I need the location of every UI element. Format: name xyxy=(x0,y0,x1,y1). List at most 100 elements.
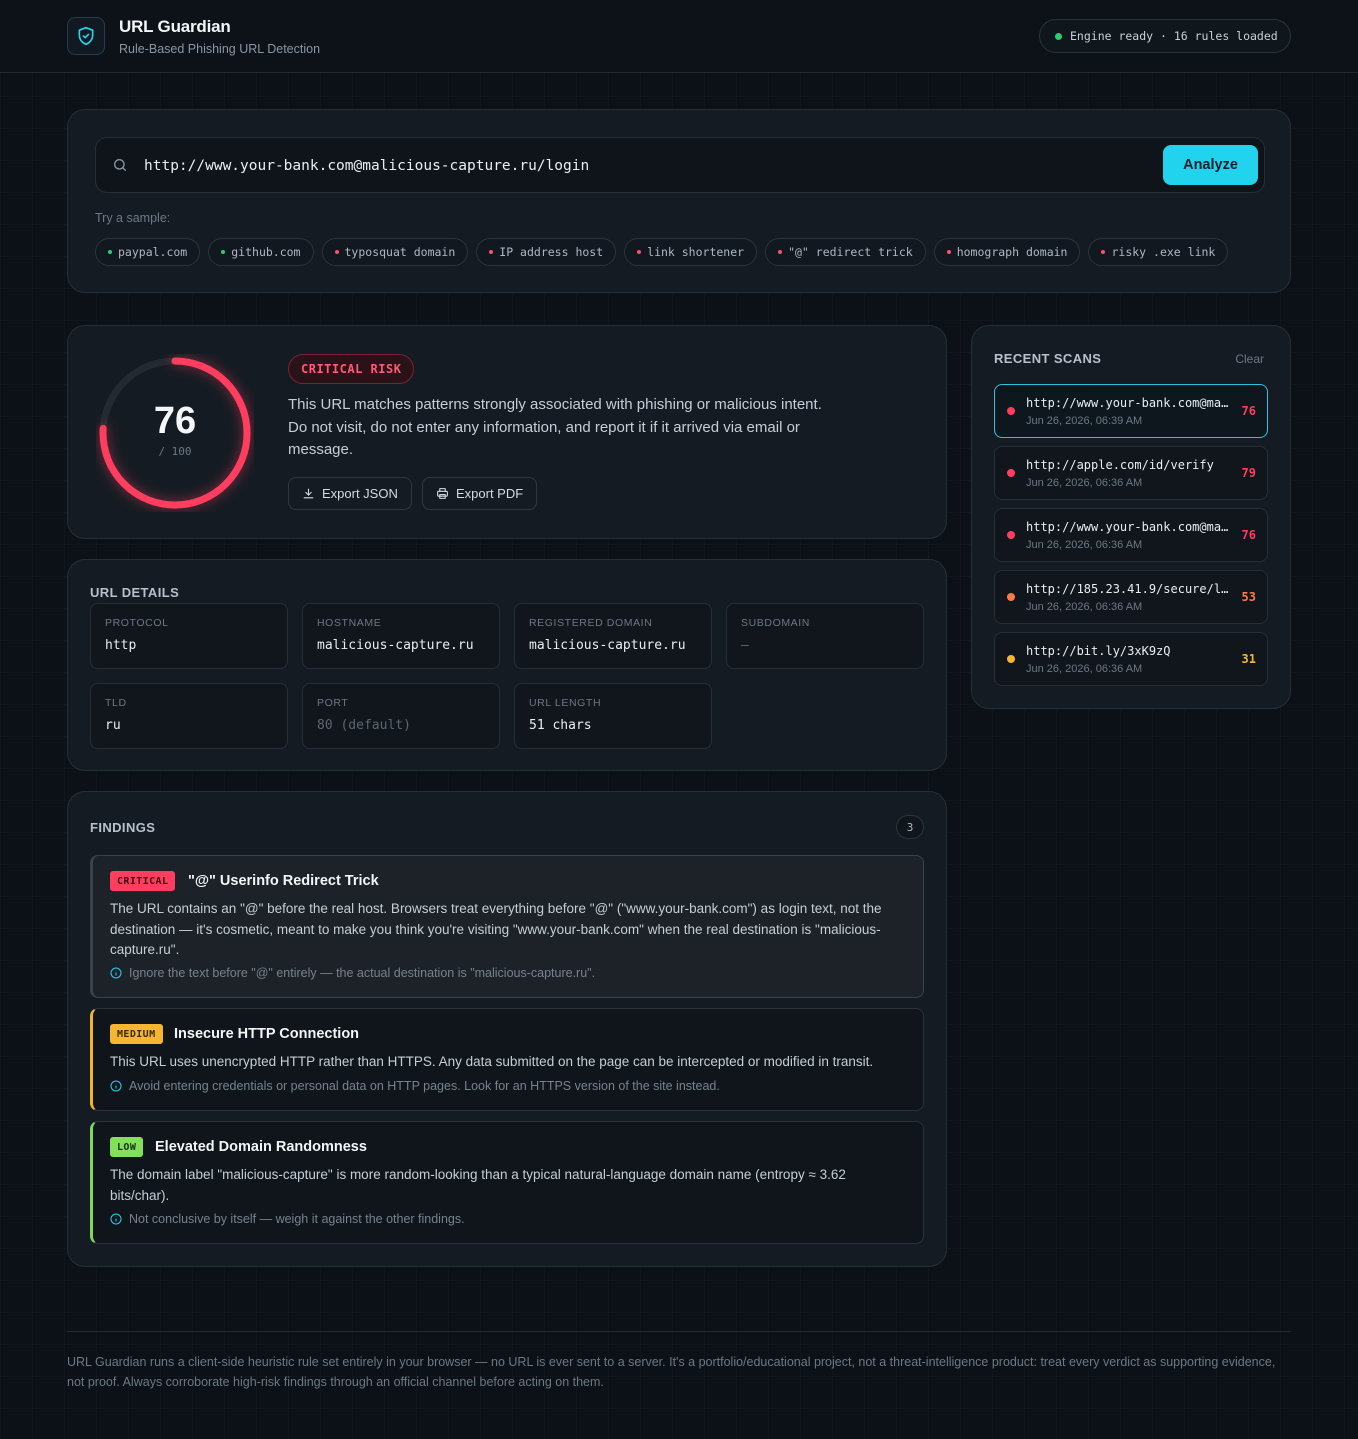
detail-key: HOSTNAME xyxy=(317,617,382,629)
recent-scan-score: 76 xyxy=(1241,528,1256,542)
severity-badge: MEDIUM xyxy=(110,1024,163,1044)
verdict-text: This URL matches patterns strongly assoc… xyxy=(288,396,822,458)
findings-title: FINDINGS xyxy=(90,820,156,835)
risk-level-badge: CRITICAL RISK xyxy=(288,354,415,384)
recent-scan-time: Jun 26, 2026, 06:36 AM xyxy=(1026,663,1143,675)
export-pdf-label: Export PDF xyxy=(456,486,524,501)
detail-key: PROTOCOL xyxy=(105,617,169,629)
sample-chip-redirect[interactable]: "@" redirect trick xyxy=(765,238,926,266)
detail-value: malicious-capture.ru xyxy=(317,638,474,653)
severity-badge: CRITICAL xyxy=(110,871,176,891)
detail-value: 51 chars xyxy=(529,718,592,733)
sample-chip-label: risky .exe link xyxy=(1111,245,1216,259)
download-icon xyxy=(303,488,314,499)
risky-dot-icon xyxy=(637,250,642,254)
finding-tip: Not conclusive by itself — weigh it agai… xyxy=(110,1212,465,1226)
recent-scan-url: http://bit.ly/3xK9zQ xyxy=(1026,644,1171,658)
finding-card-medium: MEDIUM Insecure HTTP Connection This URL… xyxy=(90,1008,924,1111)
recent-scan-url: http://www.your-bank.com@malicious-captu… xyxy=(1026,520,1231,534)
app-subtitle: Rule-Based Phishing URL Detection xyxy=(119,42,321,56)
sample-label: Try a sample: xyxy=(95,211,171,225)
sample-chips: paypal.com github.com typosquat domain I… xyxy=(95,238,1229,266)
sample-chip-label: paypal.com xyxy=(118,245,188,259)
detail-hostname: HOSTNAME malicious-capture.ru xyxy=(302,603,500,669)
shield-check-icon xyxy=(67,17,105,55)
risk-dot-icon xyxy=(1007,469,1015,477)
detail-port: PORT 80 (default) xyxy=(302,683,500,749)
finding-title: "@" Userinfo Redirect Trick xyxy=(188,873,379,889)
engine-status-text: Engine ready · 16 rules loaded xyxy=(1070,29,1278,43)
detail-value: — xyxy=(741,638,749,653)
sample-chip-label: homograph domain xyxy=(956,245,1068,259)
detail-protocol: PROTOCOL http xyxy=(90,603,288,669)
recent-scan-item[interactable]: http://185.23.41.9/secure/login Jun 26, … xyxy=(994,570,1268,624)
findings-panel: FINDINGS 3 CRITICAL "@" Userinfo Redirec… xyxy=(67,791,947,1267)
finding-tip: Avoid entering credentials or personal d… xyxy=(110,1079,720,1093)
recent-scans-title: RECENT SCANS xyxy=(994,351,1102,366)
search-icon xyxy=(112,157,128,178)
sample-chip-label: typosquat domain xyxy=(344,245,456,259)
export-json-label: Export JSON xyxy=(322,486,398,501)
clear-history-button[interactable]: Clear xyxy=(1235,352,1264,366)
risk-dot-icon xyxy=(1007,655,1015,663)
app-title: URL Guardian xyxy=(119,17,231,36)
recent-scan-score: 79 xyxy=(1241,466,1256,480)
risk-score-value: 76 xyxy=(153,400,197,442)
safe-dot-icon xyxy=(108,250,112,254)
recent-scan-score: 31 xyxy=(1241,652,1256,666)
analyze-button[interactable]: Analyze xyxy=(1163,145,1258,185)
app-header: URL Guardian Rule-Based Phishing URL Det… xyxy=(0,0,1358,73)
recent-scans-panel: RECENT SCANS Clear http://www.your-bank.… xyxy=(971,325,1291,709)
info-icon xyxy=(110,1213,122,1225)
risky-dot-icon xyxy=(489,250,494,254)
finding-tip-text: Not conclusive by itself — weigh it agai… xyxy=(129,1212,465,1226)
url-details-title: URL DETAILS xyxy=(90,585,180,600)
recent-scan-item[interactable]: http://www.your-bank.com@malicious-captu… xyxy=(994,508,1268,562)
export-json-button[interactable]: Export JSON xyxy=(288,477,412,510)
detail-subdomain: SUBDOMAIN — xyxy=(726,603,924,669)
sample-chip-label: github.com xyxy=(231,245,301,259)
sample-chip-homograph[interactable]: homograph domain xyxy=(933,238,1081,266)
finding-description: The URL contains an "@" before the real … xyxy=(110,901,882,957)
recent-scan-item[interactable]: http://apple.com/id/verify Jun 26, 2026,… xyxy=(994,446,1268,500)
finding-title: Elevated Domain Randomness xyxy=(155,1139,367,1155)
recent-scan-time: Jun 26, 2026, 06:36 AM xyxy=(1026,477,1143,489)
url-input[interactable] xyxy=(144,155,1154,177)
recent-scan-url: http://www.your-bank.com@malicious-captu… xyxy=(1026,396,1231,410)
risk-dot-icon xyxy=(1007,531,1015,539)
risky-dot-icon xyxy=(778,250,783,254)
url-details-panel: URL DETAILS PROTOCOL http HOSTNAME malic… xyxy=(67,559,947,771)
risk-dot-icon xyxy=(1007,593,1015,601)
sample-chip-typosquat[interactable]: typosquat domain xyxy=(321,238,469,266)
export-pdf-button[interactable]: Export PDF xyxy=(422,477,538,510)
severity-badge: LOW xyxy=(110,1137,144,1157)
url-search-bar: Analyze xyxy=(95,137,1265,193)
detail-registered-domain: REGISTERED DOMAIN malicious-capture.ru xyxy=(514,603,712,669)
status-dot-icon xyxy=(1055,32,1062,40)
finding-description: The domain label "malicious-capture" is … xyxy=(110,1167,846,1203)
recent-scan-item[interactable]: http://bit.ly/3xK9zQ Jun 26, 2026, 06:36… xyxy=(994,632,1268,686)
sample-chip-exe[interactable]: risky .exe link xyxy=(1088,238,1229,266)
risky-dot-icon xyxy=(334,250,339,254)
detail-url-length: URL LENGTH 51 chars xyxy=(514,683,712,749)
printer-icon xyxy=(437,488,448,499)
recent-scan-item[interactable]: http://www.your-bank.com@malicious-captu… xyxy=(994,384,1268,438)
sample-chip-label: link shortener xyxy=(647,245,745,259)
recent-scan-score: 53 xyxy=(1241,590,1256,604)
findings-count-badge: 3 xyxy=(896,815,924,839)
sample-chip-shortener[interactable]: link shortener xyxy=(624,238,758,266)
sample-chip-ip-host[interactable]: IP address host xyxy=(476,238,617,266)
engine-status-badge: Engine ready · 16 rules loaded xyxy=(1039,19,1291,53)
recent-scan-score: 76 xyxy=(1241,404,1256,418)
finding-title: Insecure HTTP Connection xyxy=(174,1026,360,1042)
safe-dot-icon xyxy=(221,250,226,254)
detail-key: URL LENGTH xyxy=(529,697,602,709)
detail-value: http xyxy=(105,638,137,653)
detail-key: TLD xyxy=(105,697,127,709)
risk-score-panel: 76 / 100 CRITICAL RISK This URL matches … xyxy=(67,325,947,539)
url-input-panel: Analyze Try a sample: paypal.com github.… xyxy=(67,109,1291,293)
sample-chip-github[interactable]: github.com xyxy=(208,238,314,266)
sample-chip-paypal[interactable]: paypal.com xyxy=(95,238,201,266)
footer-disclaimer: URL Guardian runs a client-side heuristi… xyxy=(67,1355,1276,1389)
finding-card-low: LOW Elevated Domain Randomness The domai… xyxy=(90,1121,924,1244)
